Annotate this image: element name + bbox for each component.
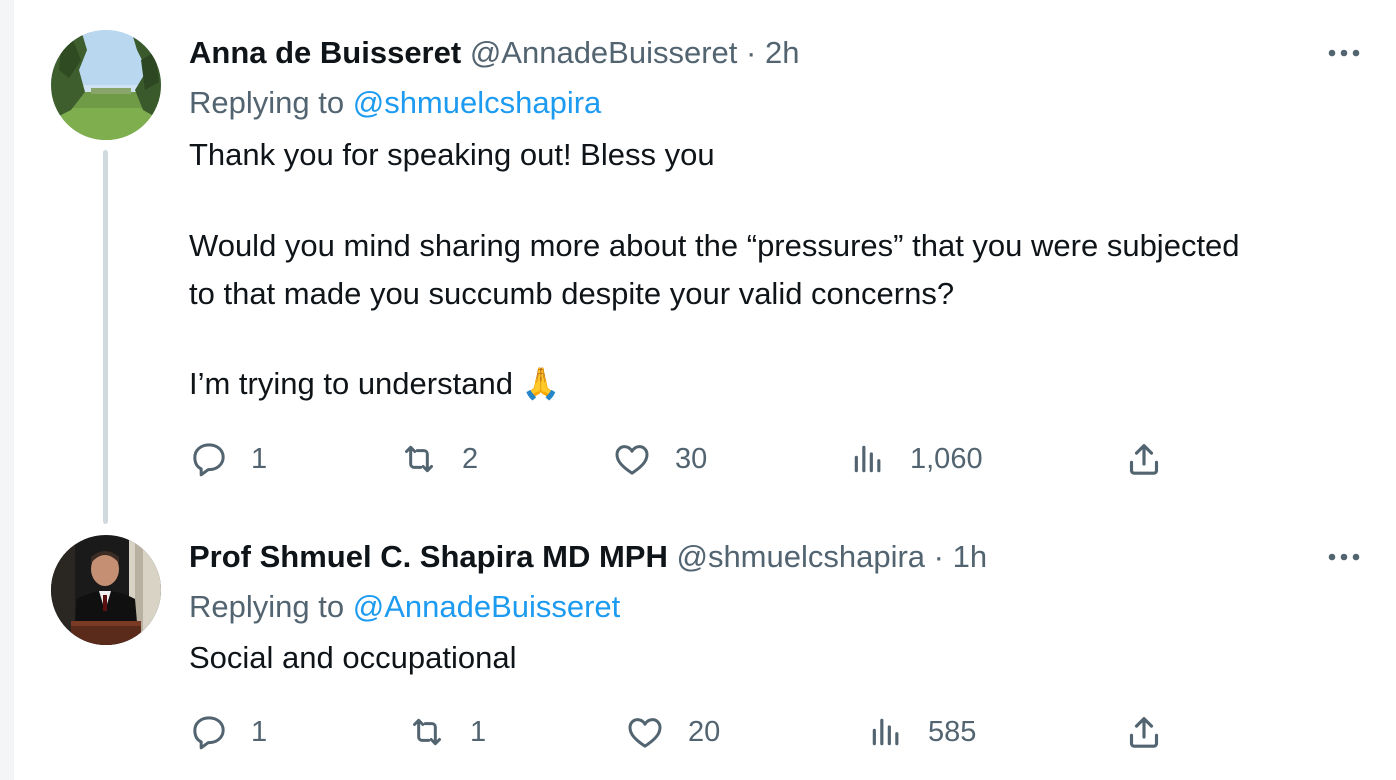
timestamp[interactable]: 1h bbox=[953, 539, 987, 574]
replying-to: Replying to @AnnadeBuisseret bbox=[189, 587, 620, 627]
retweet-icon bbox=[413, 718, 441, 746]
tweet-text-line-2: Would you mind sharing more about the “p… bbox=[189, 228, 1240, 263]
separator-dot: · bbox=[933, 539, 944, 574]
timeline-panel: Anna de Buisseret @AnnadeBuisseret · 2h … bbox=[13, 0, 1396, 780]
like-count: 20 bbox=[688, 715, 721, 748]
share-icon bbox=[1129, 444, 1159, 475]
tweet-actions: 1 1 20 585 bbox=[14, 710, 1396, 754]
replying-to-mention[interactable]: @shmuelcshapira bbox=[353, 85, 602, 120]
tweet-text-line-4: I’m trying to understand 🙏 bbox=[189, 366, 561, 401]
avatar-shapira[interactable] bbox=[51, 535, 161, 645]
separator-dot: · bbox=[746, 35, 757, 70]
share-icon bbox=[1129, 717, 1159, 748]
replying-to-prefix: Replying to bbox=[189, 589, 345, 624]
replying-to: Replying to @shmuelcshapira bbox=[189, 83, 601, 123]
views-button[interactable]: 1,060 bbox=[848, 437, 983, 481]
like-button[interactable]: 20 bbox=[624, 710, 720, 754]
retweet-count: 1 bbox=[470, 715, 487, 748]
heart-icon bbox=[615, 445, 649, 475]
tweet-text-line-1: Social and occupational bbox=[189, 640, 517, 675]
reply-icon bbox=[193, 443, 225, 477]
retweet-button[interactable]: 1 bbox=[406, 710, 486, 754]
retweet-icon bbox=[405, 445, 433, 473]
tweet-text-line-1: Thank you for speaking out! Bless you bbox=[189, 137, 715, 172]
timestamp[interactable]: 2h bbox=[765, 35, 799, 70]
more-icon bbox=[1328, 553, 1360, 561]
heart-icon bbox=[628, 718, 662, 748]
more-options-button[interactable] bbox=[1324, 537, 1364, 577]
like-button[interactable]: 30 bbox=[611, 437, 707, 481]
retweet-count: 2 bbox=[462, 442, 479, 475]
retweet-button[interactable]: 2 bbox=[398, 437, 478, 481]
reply-button[interactable]: 1 bbox=[189, 437, 267, 481]
share-button[interactable] bbox=[1124, 437, 1164, 481]
tweet-header: Prof Shmuel C. Shapira MD MPH @shmuelcsh… bbox=[189, 537, 987, 577]
views-count: 585 bbox=[928, 715, 977, 748]
tweet-2[interactable]: Prof Shmuel C. Shapira MD MPH @shmuelcsh… bbox=[14, 524, 1396, 780]
user-handle[interactable]: @AnnadeBuisseret bbox=[470, 35, 738, 70]
user-handle[interactable]: @shmuelcshapira bbox=[676, 539, 925, 574]
tweet-text-line-3: to that made you succumb despite your va… bbox=[189, 276, 955, 311]
display-name[interactable]: Prof Shmuel C. Shapira MD MPH bbox=[189, 539, 668, 574]
tweet-actions: 1 2 30 1,060 bbox=[14, 437, 1396, 481]
reply-count: 1 bbox=[251, 442, 268, 475]
like-count: 30 bbox=[675, 442, 708, 475]
tweet-header: Anna de Buisseret @AnnadeBuisseret · 2h bbox=[189, 33, 799, 73]
share-button[interactable] bbox=[1124, 710, 1164, 754]
views-count: 1,060 bbox=[910, 442, 983, 475]
more-icon bbox=[1328, 49, 1360, 57]
views-icon bbox=[854, 445, 881, 473]
reply-icon bbox=[193, 716, 225, 750]
reply-button[interactable]: 1 bbox=[189, 710, 267, 754]
more-options-button[interactable] bbox=[1324, 33, 1364, 73]
tweet-1[interactable]: Anna de Buisseret @AnnadeBuisseret · 2h … bbox=[14, 0, 1396, 524]
display-name[interactable]: Anna de Buisseret bbox=[189, 35, 461, 70]
avatar-anna[interactable] bbox=[51, 30, 161, 140]
reply-count: 1 bbox=[251, 715, 268, 748]
replying-to-mention[interactable]: @AnnadeBuisseret bbox=[353, 589, 621, 624]
replying-to-prefix: Replying to bbox=[189, 85, 345, 120]
views-icon bbox=[872, 718, 899, 746]
views-button[interactable]: 585 bbox=[866, 710, 976, 754]
